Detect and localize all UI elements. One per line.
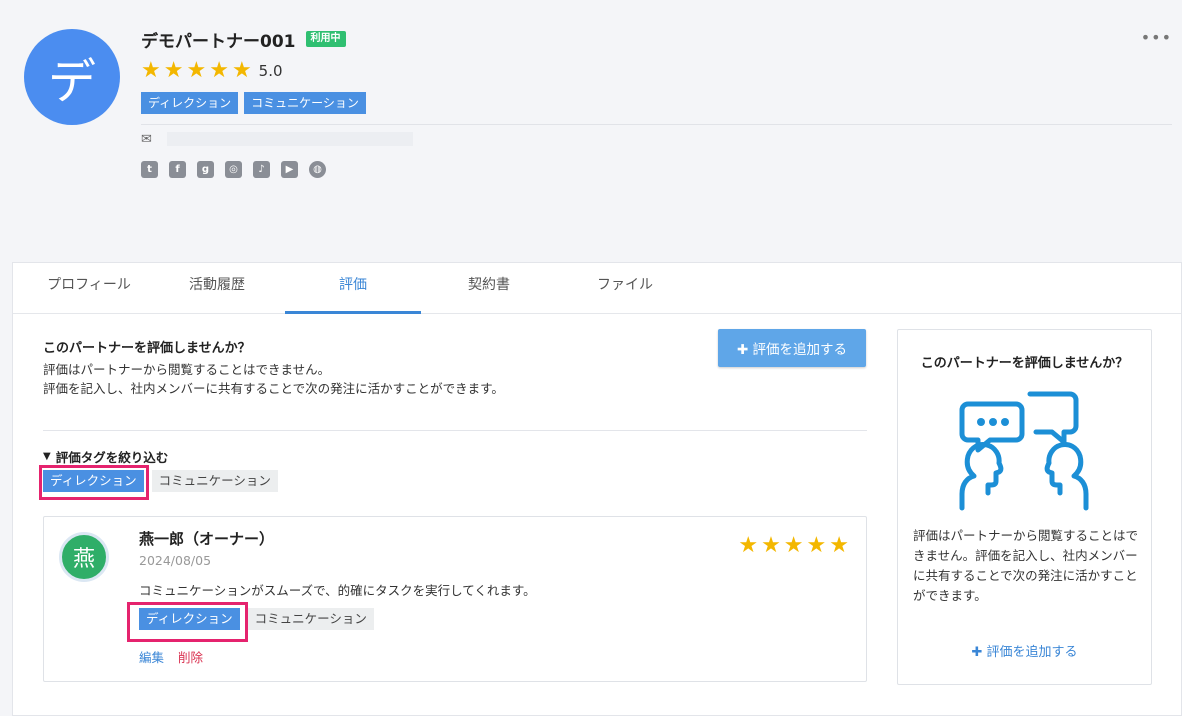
github-icon[interactable]: g bbox=[197, 161, 214, 178]
tab-activity-history[interactable]: 活動履歴 bbox=[149, 263, 285, 314]
rating-value: 5.0 bbox=[258, 62, 283, 80]
tab-contracts[interactable]: 契約書 bbox=[421, 263, 557, 314]
name-row: デモパートナー001 利用中 bbox=[141, 26, 1172, 52]
add-evaluation-button[interactable]: ✚ 評価を追加する bbox=[718, 329, 866, 367]
star-icon: ★ bbox=[738, 533, 759, 558]
discussion-illustration-icon bbox=[959, 391, 1089, 511]
partner-header: デモパートナー001 利用中 ★ ★ ★ ★ ★ 5.0 ディレクション コミュ… bbox=[141, 26, 1172, 178]
star-icon: ★ bbox=[141, 58, 161, 83]
partner-tag-communication: コミュニケーション bbox=[244, 92, 366, 114]
reviewer-name: 燕一郎（オーナー） bbox=[139, 530, 275, 548]
tab-evaluation[interactable]: 評価 bbox=[285, 263, 421, 314]
status-badge: 利用中 bbox=[305, 31, 346, 47]
filter-tag-communication[interactable]: コミュニケーション bbox=[151, 470, 278, 492]
star-icon: ★ bbox=[783, 533, 804, 558]
review-tag-communication: コミュニケーション bbox=[247, 608, 374, 630]
avatar-letter: デ bbox=[47, 54, 96, 110]
star-icon: ★ bbox=[761, 533, 781, 558]
evaluation-main: このパートナーを評価しませんか？ 評価はパートナーから閲覧することはできません。… bbox=[39, 329, 867, 682]
reviewer-avatar: 燕 bbox=[59, 532, 109, 582]
edit-review-link[interactable]: 編集 bbox=[139, 647, 164, 666]
star-icon: ★ bbox=[209, 58, 229, 83]
review-date: 2024/08/05 bbox=[139, 553, 212, 568]
invite-line-2: 評価を記入し、社内メンバーに共有することで次の発注に活かすことができます。 bbox=[43, 381, 504, 396]
star-icon: ★ bbox=[163, 58, 184, 83]
tag-filter-text: 評価タグを絞り込む bbox=[55, 450, 169, 465]
more-options-icon[interactable]: ••• bbox=[1141, 28, 1172, 47]
partner-tag-direction: ディレクション bbox=[141, 92, 239, 114]
review-rating: ★ ★ ★ ★ ★ bbox=[738, 535, 852, 557]
youtube-icon[interactable]: ▶ bbox=[281, 161, 298, 178]
highlight-box bbox=[127, 602, 248, 642]
globe-icon[interactable]: ◍ bbox=[309, 161, 326, 178]
star-icon: ★ bbox=[231, 58, 252, 83]
instagram-icon[interactable]: ◎ bbox=[225, 161, 242, 178]
partner-avatar: デ bbox=[24, 29, 120, 125]
filter-icon: ▼ bbox=[43, 451, 51, 462]
review-card: 燕 燕一郎（オーナー） 2024/08/05 ★ ★ ★ ★ ★ コミュニケーシ… bbox=[43, 516, 867, 682]
delete-review-link[interactable]: 削除 bbox=[178, 647, 203, 666]
side-description: 評価はパートナーから閲覧することはできません。評価を記入し、社内メンバーに共有す… bbox=[913, 528, 1139, 603]
header-divider bbox=[141, 124, 1172, 125]
tab-profile[interactable]: プロフィール bbox=[21, 263, 157, 314]
star-icon: ★ bbox=[806, 533, 827, 558]
star-icon: ★ bbox=[186, 58, 207, 83]
partner-detail-panel: プロフィール 活動履歴 評価 契約書 ファイル このパートナーを評価しませんか？… bbox=[12, 262, 1182, 716]
tab-files[interactable]: ファイル bbox=[557, 263, 693, 314]
mail-icon: ✉ bbox=[141, 131, 152, 147]
review-actions: 編集 削除 bbox=[139, 647, 203, 666]
email-redacted bbox=[167, 132, 413, 146]
tag-filter-label: ▼ 評価タグを絞り込む bbox=[43, 447, 168, 466]
side-add-evaluation-link[interactable]: ✚ 評価を追加する bbox=[898, 641, 1151, 660]
section-divider bbox=[43, 430, 867, 431]
side-title: このパートナーを評価しませんか？ bbox=[920, 356, 1129, 371]
email-row: ✉ bbox=[141, 131, 1172, 147]
tiktok-icon[interactable]: ♪ bbox=[253, 161, 270, 178]
star-icon: ★ bbox=[829, 533, 849, 558]
tab-bar: プロフィール 活動履歴 評価 契約書 ファイル bbox=[13, 263, 1181, 314]
evaluation-side-card: このパートナーを評価しませんか？ 評価はパートナーから閲覧することはできません。… bbox=[897, 329, 1152, 685]
reviewer-avatar-letter: 燕 bbox=[72, 547, 95, 572]
facebook-icon[interactable]: f bbox=[169, 161, 186, 178]
partner-rating: ★ ★ ★ ★ ★ 5.0 bbox=[141, 60, 1172, 82]
highlight-box bbox=[39, 465, 149, 500]
social-links: t f g ◎ ♪ ▶ ◍ bbox=[141, 161, 1172, 178]
partner-name: デモパートナー001 bbox=[141, 31, 296, 52]
twitter-icon[interactable]: t bbox=[141, 161, 158, 178]
partner-tags: ディレクション コミュニケーション bbox=[141, 92, 1172, 114]
review-comment: コミュニケーションがスムーズで、的確にタスクを実行してくれます。 bbox=[139, 583, 536, 598]
